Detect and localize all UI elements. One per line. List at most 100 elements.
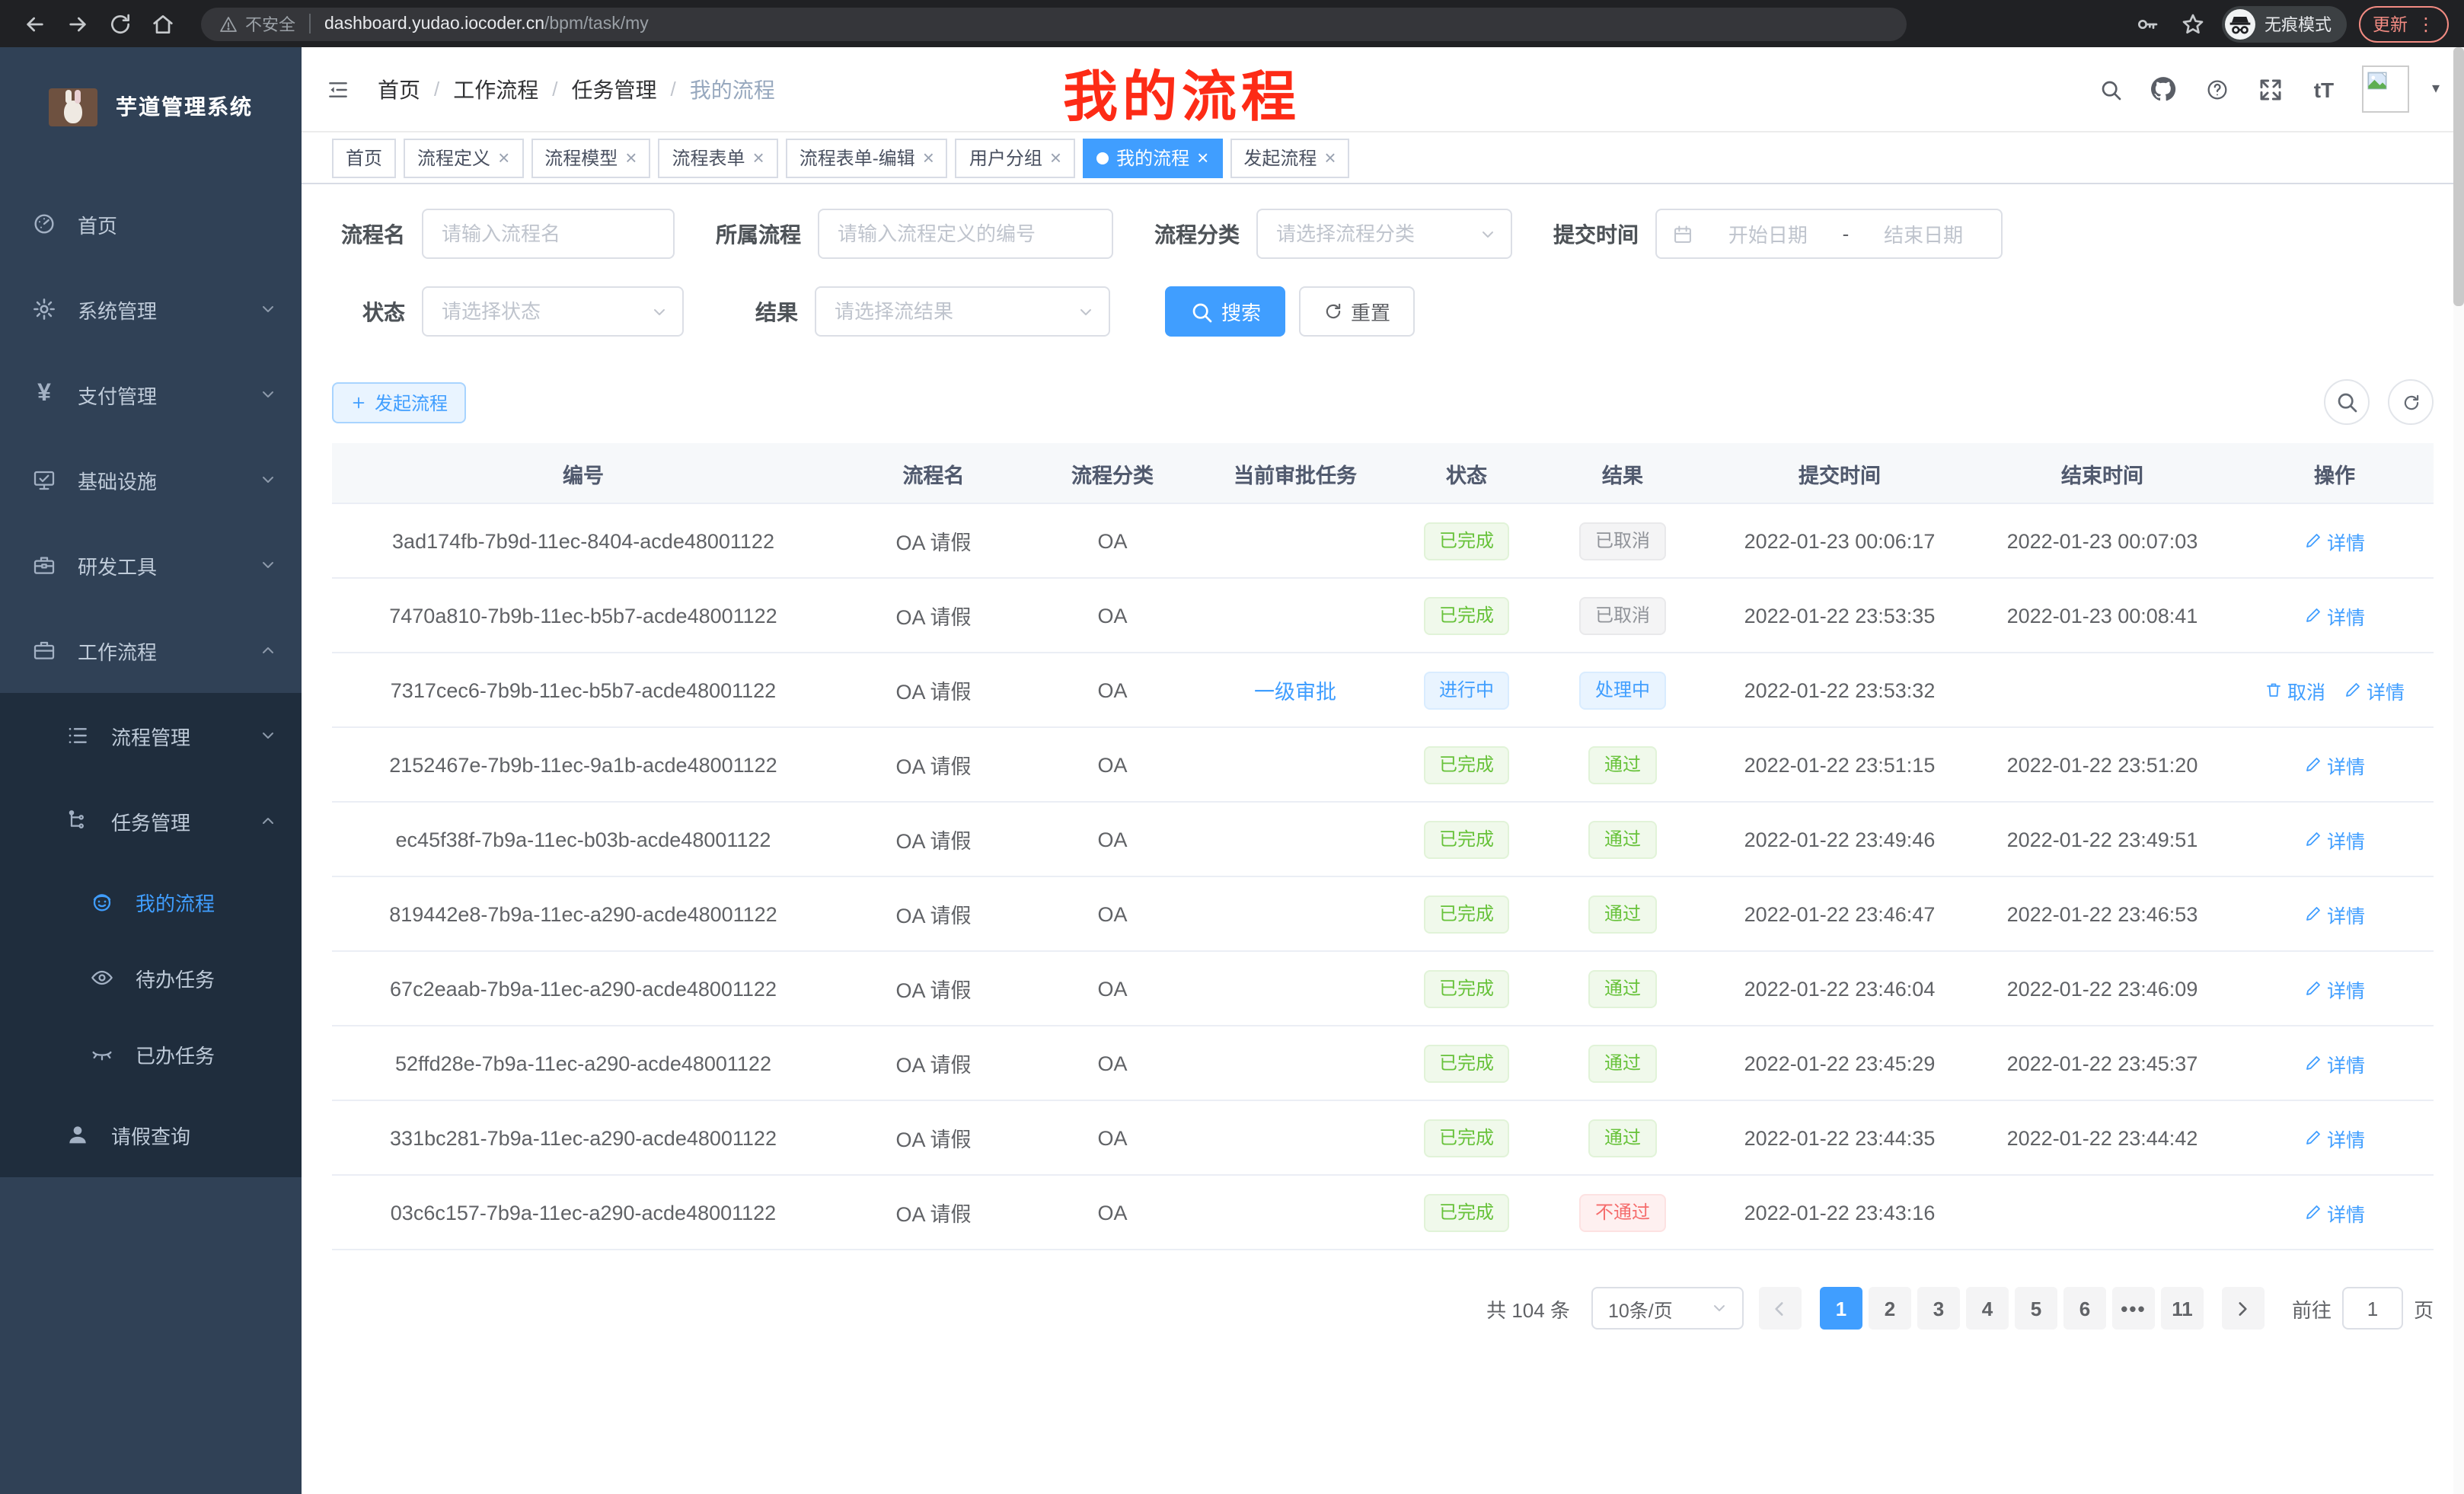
sidebar-item-我的流程[interactable]: 我的流程 bbox=[0, 864, 302, 940]
page-ellipsis[interactable]: ••• bbox=[2112, 1287, 2155, 1330]
result-select[interactable] bbox=[815, 286, 1110, 337]
process-def-input[interactable] bbox=[819, 210, 1112, 257]
sidebar-item-待办任务[interactable]: 待办任务 bbox=[0, 940, 302, 1016]
详情-action-link[interactable]: 详情 bbox=[2304, 526, 2365, 555]
tab-流程模型[interactable]: 流程模型 × bbox=[531, 138, 650, 177]
bookmark-star-icon[interactable] bbox=[2176, 4, 2210, 43]
sidebar-item-基础设施[interactable]: 基础设施 bbox=[0, 437, 302, 522]
详情-action-link[interactable]: 详情 bbox=[2304, 601, 2365, 630]
cell-end-time: 2022-01-23 00:07:03 bbox=[1969, 529, 2236, 552]
详情-action-link[interactable]: 详情 bbox=[2344, 675, 2405, 704]
sidebar-item-支付管理[interactable]: ¥ 支付管理 bbox=[0, 352, 302, 437]
close-icon[interactable]: × bbox=[923, 148, 934, 168]
sidebar-collapse-icon[interactable] bbox=[320, 71, 356, 107]
page-button-11[interactable]: 11 bbox=[2161, 1287, 2204, 1330]
reload-icon[interactable] bbox=[101, 4, 140, 43]
sidebar-item-首页[interactable]: 首页 bbox=[0, 181, 302, 267]
详情-action-link[interactable]: 详情 bbox=[2304, 1123, 2365, 1152]
取消-action-link[interactable]: 取消 bbox=[2265, 675, 2325, 704]
submit-time-range[interactable]: 开始日期 - 结束日期 bbox=[1655, 209, 2003, 259]
warning-icon[interactable] bbox=[219, 14, 238, 33]
sidebar-item-任务管理[interactable]: 任务管理 bbox=[0, 778, 302, 864]
page-button-6[interactable]: 6 bbox=[2063, 1287, 2106, 1330]
status-select[interactable] bbox=[422, 286, 684, 337]
tab-用户分组[interactable]: 用户分组 × bbox=[956, 138, 1075, 177]
back-icon[interactable] bbox=[15, 4, 55, 43]
show-search-button[interactable] bbox=[2324, 379, 2370, 425]
reset-button[interactable]: 重置 bbox=[1299, 286, 1415, 337]
close-icon[interactable]: × bbox=[1197, 148, 1208, 168]
category-select-input[interactable] bbox=[1258, 210, 1511, 257]
prev-page-button[interactable] bbox=[1759, 1287, 1802, 1330]
column-header: 结果 bbox=[1535, 458, 1710, 488]
caret-down-icon[interactable]: ▾ bbox=[2432, 81, 2440, 97]
page-button-1[interactable]: 1 bbox=[1820, 1287, 1862, 1330]
avatar[interactable] bbox=[2362, 65, 2409, 113]
address-bar[interactable]: 不安全 dashboard.yudao.iocoder.cn/bpm/task/… bbox=[201, 7, 1907, 40]
close-icon[interactable]: × bbox=[625, 148, 637, 168]
result-label: 结果 bbox=[755, 296, 798, 327]
edit-icon bbox=[2304, 1054, 2322, 1072]
refresh-table-button[interactable] bbox=[2388, 379, 2434, 425]
详情-action-link[interactable]: 详情 bbox=[2304, 825, 2365, 854]
start-date-placeholder[interactable]: 开始日期 bbox=[1706, 219, 1830, 248]
close-icon[interactable]: × bbox=[498, 148, 509, 168]
end-date-placeholder[interactable]: 结束日期 bbox=[1861, 219, 1986, 248]
tab-我的流程[interactable]: 我的流程 × bbox=[1083, 138, 1222, 177]
详情-action-link[interactable]: 详情 bbox=[2304, 1198, 2365, 1227]
tab-发起流程[interactable]: 发起流程 × bbox=[1230, 138, 1349, 177]
tab-首页[interactable]: 首页 bbox=[332, 138, 396, 177]
close-icon[interactable]: × bbox=[1324, 148, 1336, 168]
sidebar-item-工作流程[interactable]: 工作流程 bbox=[0, 608, 302, 693]
详情-action-link[interactable]: 详情 bbox=[2304, 899, 2365, 928]
update-button[interactable]: 更新 ⋮ bbox=[2359, 5, 2449, 42]
breadcrumb-item[interactable]: 任务管理 bbox=[572, 74, 657, 104]
breadcrumb-item[interactable]: 首页 bbox=[378, 74, 420, 104]
search-icon[interactable] bbox=[2095, 74, 2126, 104]
sidebar-item-请假查询[interactable]: 请假查询 bbox=[0, 1092, 302, 1177]
close-icon[interactable]: × bbox=[1050, 148, 1061, 168]
breadcrumb-item[interactable]: 工作流程 bbox=[453, 74, 538, 104]
sidebar-item-系统管理[interactable]: 系统管理 bbox=[0, 267, 302, 352]
help-icon[interactable] bbox=[2202, 74, 2233, 104]
status-select-input[interactable] bbox=[423, 288, 682, 335]
page-button-3[interactable]: 3 bbox=[1917, 1287, 1960, 1330]
next-page-button[interactable] bbox=[2222, 1287, 2265, 1330]
goto-page-input[interactable] bbox=[2342, 1287, 2403, 1330]
sidebar-item-已办任务[interactable]: 已办任务 bbox=[0, 1016, 302, 1092]
tab-流程表单[interactable]: 流程表单 × bbox=[658, 138, 777, 177]
create-process-button[interactable]: 发起流程 bbox=[332, 381, 466, 423]
详情-action-link[interactable]: 详情 bbox=[2304, 974, 2365, 1003]
tab-流程表单-编辑[interactable]: 流程表单-编辑 × bbox=[786, 138, 948, 177]
cell-end-time: 2022-01-22 23:49:51 bbox=[1969, 828, 2236, 851]
close-icon[interactable]: × bbox=[753, 148, 764, 168]
scrollbar[interactable] bbox=[2453, 47, 2464, 1494]
详情-action-link[interactable]: 详情 bbox=[2304, 1049, 2365, 1077]
page-button-5[interactable]: 5 bbox=[2015, 1287, 2057, 1330]
page-button-2[interactable]: 2 bbox=[1869, 1287, 1911, 1330]
cell-actions: 详情 bbox=[2236, 899, 2434, 928]
calendar-icon bbox=[1672, 223, 1693, 244]
forward-icon[interactable] bbox=[58, 4, 97, 43]
home-icon[interactable] bbox=[143, 4, 183, 43]
category-select[interactable] bbox=[1256, 209, 1512, 259]
详情-action-link[interactable]: 详情 bbox=[2304, 750, 2365, 779]
process-name-label: 流程名 bbox=[332, 219, 405, 249]
sidebar-item-研发工具[interactable]: 研发工具 bbox=[0, 522, 302, 608]
page-size-select[interactable]: 10条/页 bbox=[1591, 1287, 1744, 1330]
process-name-input[interactable] bbox=[423, 210, 673, 257]
current-task-link[interactable]: 一级审批 bbox=[1254, 681, 1336, 704]
page-button-4[interactable]: 4 bbox=[1966, 1287, 2009, 1330]
fullscreen-icon[interactable] bbox=[2255, 74, 2286, 104]
kebab-menu-icon[interactable]: ⋮ bbox=[2417, 13, 2435, 34]
scrollbar-thumb[interactable] bbox=[2453, 47, 2464, 306]
cell-id: 67c2eaab-7b9a-11ec-a290-acde48001122 bbox=[332, 977, 835, 1000]
password-key-icon[interactable] bbox=[2130, 4, 2164, 43]
tab-流程定义[interactable]: 流程定义 × bbox=[404, 138, 523, 177]
search-button[interactable]: 搜索 bbox=[1165, 286, 1285, 337]
github-icon[interactable] bbox=[2149, 74, 2179, 104]
trash-icon bbox=[2265, 681, 2283, 699]
font-size-icon[interactable]: tT bbox=[2309, 74, 2339, 104]
sidebar-item-流程管理[interactable]: 流程管理 bbox=[0, 693, 302, 778]
result-select-input[interactable] bbox=[816, 288, 1109, 335]
